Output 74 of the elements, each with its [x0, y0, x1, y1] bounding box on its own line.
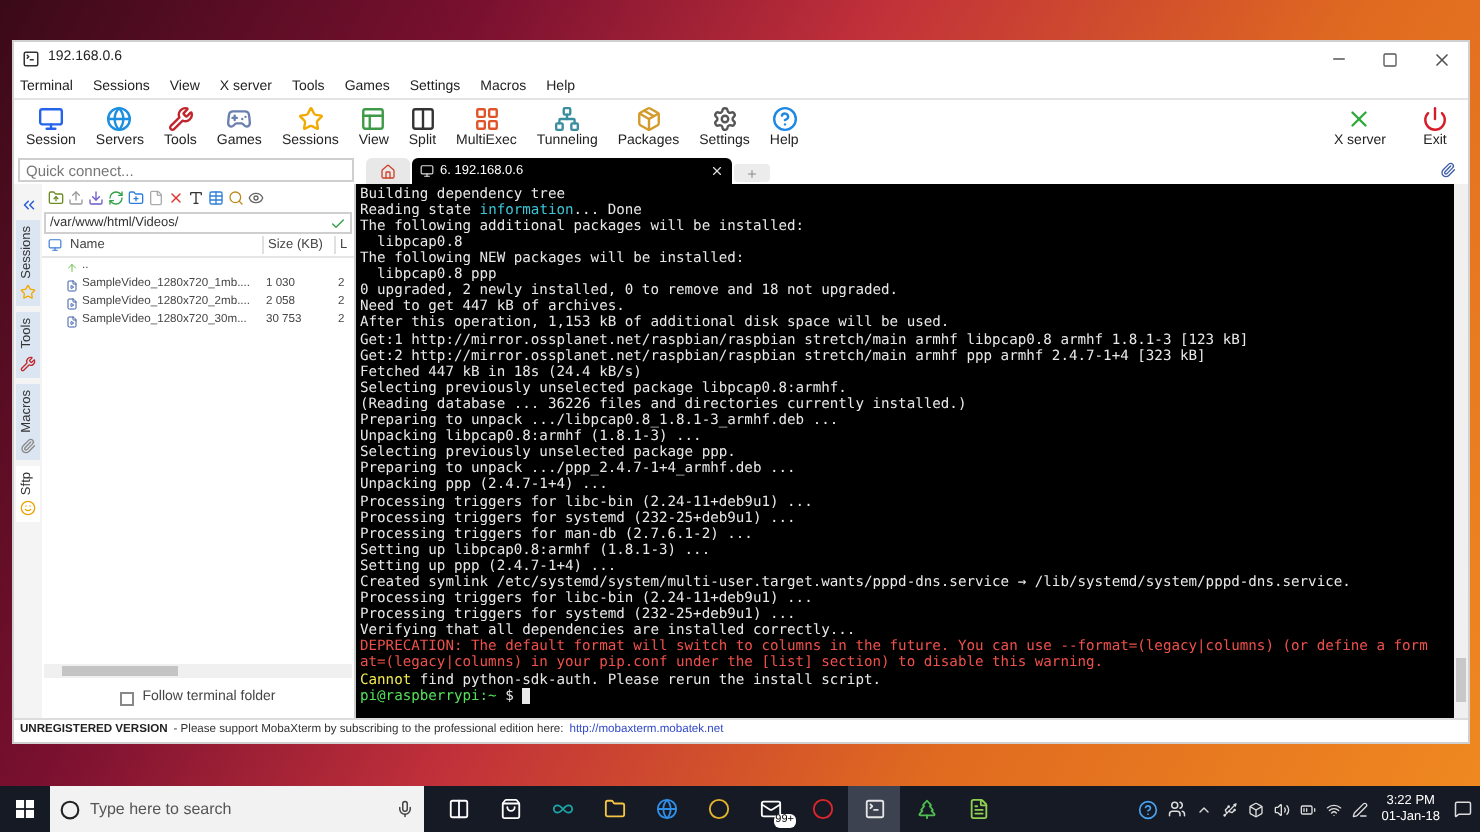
search-input[interactable]: Type here to search — [90, 797, 386, 821]
x-icon — [1346, 106, 1373, 132]
tree-icon — [915, 798, 937, 820]
infinity-icon — [551, 798, 573, 820]
network-icon[interactable] — [1325, 801, 1342, 817]
follow-checkbox[interactable] — [120, 691, 135, 705]
games-icon — [226, 106, 253, 132]
windows-logo-icon — [16, 800, 34, 818]
power-icon — [1422, 106, 1448, 132]
globe-icon — [655, 798, 677, 820]
paperclip-icon — [20, 437, 36, 454]
eye-icon[interactable] — [248, 190, 264, 206]
paperclip-icon[interactable] — [1440, 162, 1456, 178]
collapse-icon[interactable] — [19, 196, 37, 214]
home-icon — [380, 163, 396, 179]
text-icon[interactable] — [188, 190, 204, 206]
box-icon[interactable] — [1247, 801, 1264, 817]
horizontal-scrollbar[interactable] — [44, 664, 352, 678]
session-icon — [37, 106, 64, 132]
taskbar-search-box[interactable]: Type here to search — [50, 786, 424, 832]
parent-folder-icon — [66, 261, 78, 273]
maximize-icon — [1382, 51, 1398, 67]
view-icon — [360, 106, 387, 132]
check-icon[interactable] — [330, 215, 346, 231]
table-icon[interactable] — [208, 190, 224, 206]
folder-plus-icon[interactable] — [128, 190, 144, 206]
task-view-icon — [447, 798, 469, 820]
star-icon — [20, 284, 36, 301]
multiexec-icon — [473, 106, 500, 132]
cortana-icon — [60, 799, 80, 819]
computer-icon — [47, 238, 61, 252]
upload-icon[interactable] — [68, 190, 84, 206]
terminal-icon — [863, 798, 885, 820]
usb-icon[interactable] — [1221, 801, 1238, 817]
microphone-icon[interactable] — [396, 800, 414, 818]
download-icon[interactable] — [88, 190, 104, 206]
pen-icon[interactable] — [1351, 801, 1368, 817]
home-tab[interactable] — [366, 158, 410, 184]
video-file-icon — [66, 297, 78, 309]
folder-up-icon[interactable] — [48, 190, 64, 206]
terminal-panel[interactable] — [356, 184, 1468, 718]
app-icon — [22, 50, 40, 68]
close-icon — [1432, 49, 1452, 69]
smiley-icon — [20, 500, 36, 517]
wrench-icon — [20, 355, 36, 372]
sessions-icon — [297, 106, 324, 132]
folder-icon — [603, 798, 625, 820]
vertical-scrollbar[interactable] — [1454, 184, 1468, 718]
video-file-icon — [66, 279, 78, 291]
help-icon — [771, 106, 798, 132]
terminal-cursor — [522, 688, 531, 704]
volume-icon[interactable] — [1273, 801, 1290, 817]
shopping-bag-icon — [499, 798, 521, 820]
tunneling-icon — [554, 106, 581, 132]
refresh-icon[interactable] — [108, 190, 124, 206]
search-icon[interactable] — [228, 190, 244, 206]
delete-icon[interactable] — [168, 190, 184, 206]
battery-icon[interactable] — [1299, 801, 1316, 817]
taskbar-app-button[interactable] — [848, 786, 900, 832]
help-icon[interactable] — [1137, 799, 1158, 819]
tools-icon — [167, 106, 194, 132]
people-icon[interactable] — [1167, 800, 1186, 818]
split-icon — [409, 106, 436, 132]
plus-icon — [746, 167, 758, 179]
circle-icon — [707, 798, 729, 820]
settings-icon — [711, 106, 738, 132]
monitor-icon — [420, 164, 434, 178]
circle-icon — [811, 798, 833, 820]
document-icon — [967, 798, 989, 820]
video-file-icon — [66, 315, 78, 327]
packages-icon — [635, 106, 662, 132]
close-tab-icon[interactable] — [710, 164, 724, 178]
servers-icon — [106, 106, 133, 132]
notifications-icon[interactable] — [1454, 800, 1472, 818]
